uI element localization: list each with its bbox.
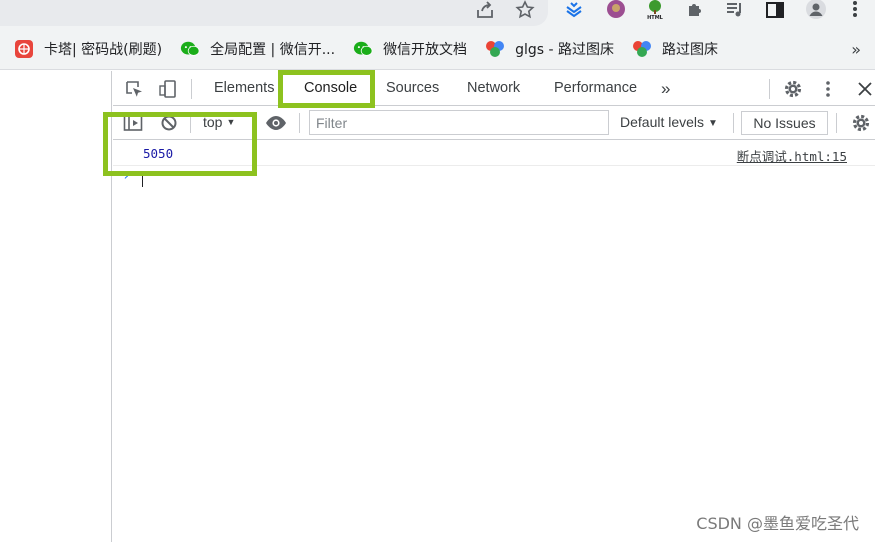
bookmark-label: 卡塔| 密码战(刷题) xyxy=(44,41,163,58)
katahub-icon xyxy=(14,39,34,59)
tab-performance[interactable]: Performance xyxy=(542,71,649,106)
tab-console[interactable]: Console xyxy=(292,71,369,106)
bookmark-label: 微信开放文档 xyxy=(383,41,468,58)
js-context-value: top xyxy=(203,114,223,130)
text-caret xyxy=(142,172,143,187)
devtools-panel: Elements Console Sources Network Perform… xyxy=(113,71,875,542)
toolbar-divider xyxy=(254,113,255,133)
bookmark-label: 全局配置 | 微信开... xyxy=(210,41,336,58)
toolbar-divider xyxy=(733,113,734,133)
more-options-icon[interactable] xyxy=(819,78,837,100)
sidebar-toggle-icon[interactable] xyxy=(122,113,144,133)
close-devtools-icon[interactable] xyxy=(854,78,875,100)
js-context-select[interactable]: top ▼ xyxy=(203,114,235,130)
wechat-icon xyxy=(353,39,373,59)
extension-avatar-icon[interactable] xyxy=(604,0,628,20)
inspect-element-icon[interactable] xyxy=(123,78,145,100)
console-log-source-link[interactable]: 断点调试.html:15 xyxy=(737,146,847,165)
prompt-chevron-icon: › xyxy=(122,168,131,184)
console-toolbar: top▼ Default levels▼ No Issues xyxy=(113,106,875,140)
caret-down-icon: ▼ xyxy=(708,118,718,129)
console-log-value: 5050 xyxy=(143,146,174,161)
console-prompt[interactable]: › xyxy=(113,168,875,190)
bookmark-image-host[interactable]: 路过图床 xyxy=(630,35,728,63)
caret-down-icon: ▼ xyxy=(226,117,236,127)
settings-gear-icon[interactable] xyxy=(782,78,804,100)
log-levels-label: Default levels xyxy=(620,114,705,130)
wechat-icon xyxy=(180,39,200,59)
clear-console-icon[interactable] xyxy=(158,113,180,133)
more-tabs-button[interactable]: » xyxy=(649,71,682,106)
console-log-row: 5050 断点调试.html:15 xyxy=(113,141,875,166)
page-viewport[interactable] xyxy=(0,71,112,542)
toolbar-divider xyxy=(836,113,837,133)
side-panel-icon[interactable] xyxy=(763,0,787,20)
browser-toolbar: HTML xyxy=(0,0,875,28)
colorful-dots-icon xyxy=(632,39,652,59)
bookmark-wechat-config[interactable]: 全局配置 | 微信开... xyxy=(178,35,345,63)
svg-text:HTML: HTML xyxy=(647,15,664,20)
tab-sources[interactable]: Sources xyxy=(374,71,451,106)
console-settings-gear-icon[interactable] xyxy=(850,112,872,134)
extension-html-tree-icon[interactable]: HTML xyxy=(643,0,667,20)
tab-elements[interactable]: Elements xyxy=(202,71,286,106)
bookmark-label: 路过图床 xyxy=(661,41,718,58)
issues-button[interactable]: No Issues xyxy=(741,111,828,135)
bookmark-glgs[interactable]: glgs - 路过图床 xyxy=(483,35,624,63)
toolbar-divider xyxy=(190,113,191,133)
tab-network[interactable]: Network xyxy=(455,71,532,106)
profile-avatar-icon[interactable] xyxy=(804,0,828,20)
live-expression-eye-icon[interactable] xyxy=(264,113,288,133)
toolbar-divider xyxy=(191,79,192,99)
devtools-tab-bar: Elements Console Sources Network Perform… xyxy=(113,71,875,106)
toolbar-divider xyxy=(769,79,770,99)
address-bar[interactable] xyxy=(0,0,548,26)
chrome-menu-icon[interactable] xyxy=(843,0,867,20)
bookmark-wechat-docs[interactable]: 微信开放文档 xyxy=(351,35,477,63)
console-filter-input[interactable] xyxy=(309,110,609,135)
puzzle-extensions-icon[interactable] xyxy=(683,0,707,20)
star-icon[interactable] xyxy=(513,0,537,20)
share-icon[interactable] xyxy=(473,0,497,20)
colorful-dots-icon xyxy=(485,39,505,59)
bookmarks-overflow-button[interactable]: » xyxy=(851,40,861,59)
watermark: CSDN @墨鱼爱吃圣代 xyxy=(696,514,859,533)
toolbar-divider xyxy=(299,113,300,133)
bookmark-katahub[interactable]: 卡塔| 密码战(刷题) xyxy=(12,35,172,63)
bookmarks-bar: 卡塔| 密码战(刷题) 全局配置 | 微信开... 微信开放文档 glgs - … xyxy=(0,28,875,70)
extension-layers-icon[interactable] xyxy=(562,0,586,20)
media-queue-icon[interactable] xyxy=(723,0,747,20)
device-toolbar-icon[interactable] xyxy=(157,78,179,100)
bookmark-label: glgs - 路过图床 xyxy=(515,41,614,58)
log-levels-dropdown[interactable]: Default levels ▼ xyxy=(620,114,718,130)
